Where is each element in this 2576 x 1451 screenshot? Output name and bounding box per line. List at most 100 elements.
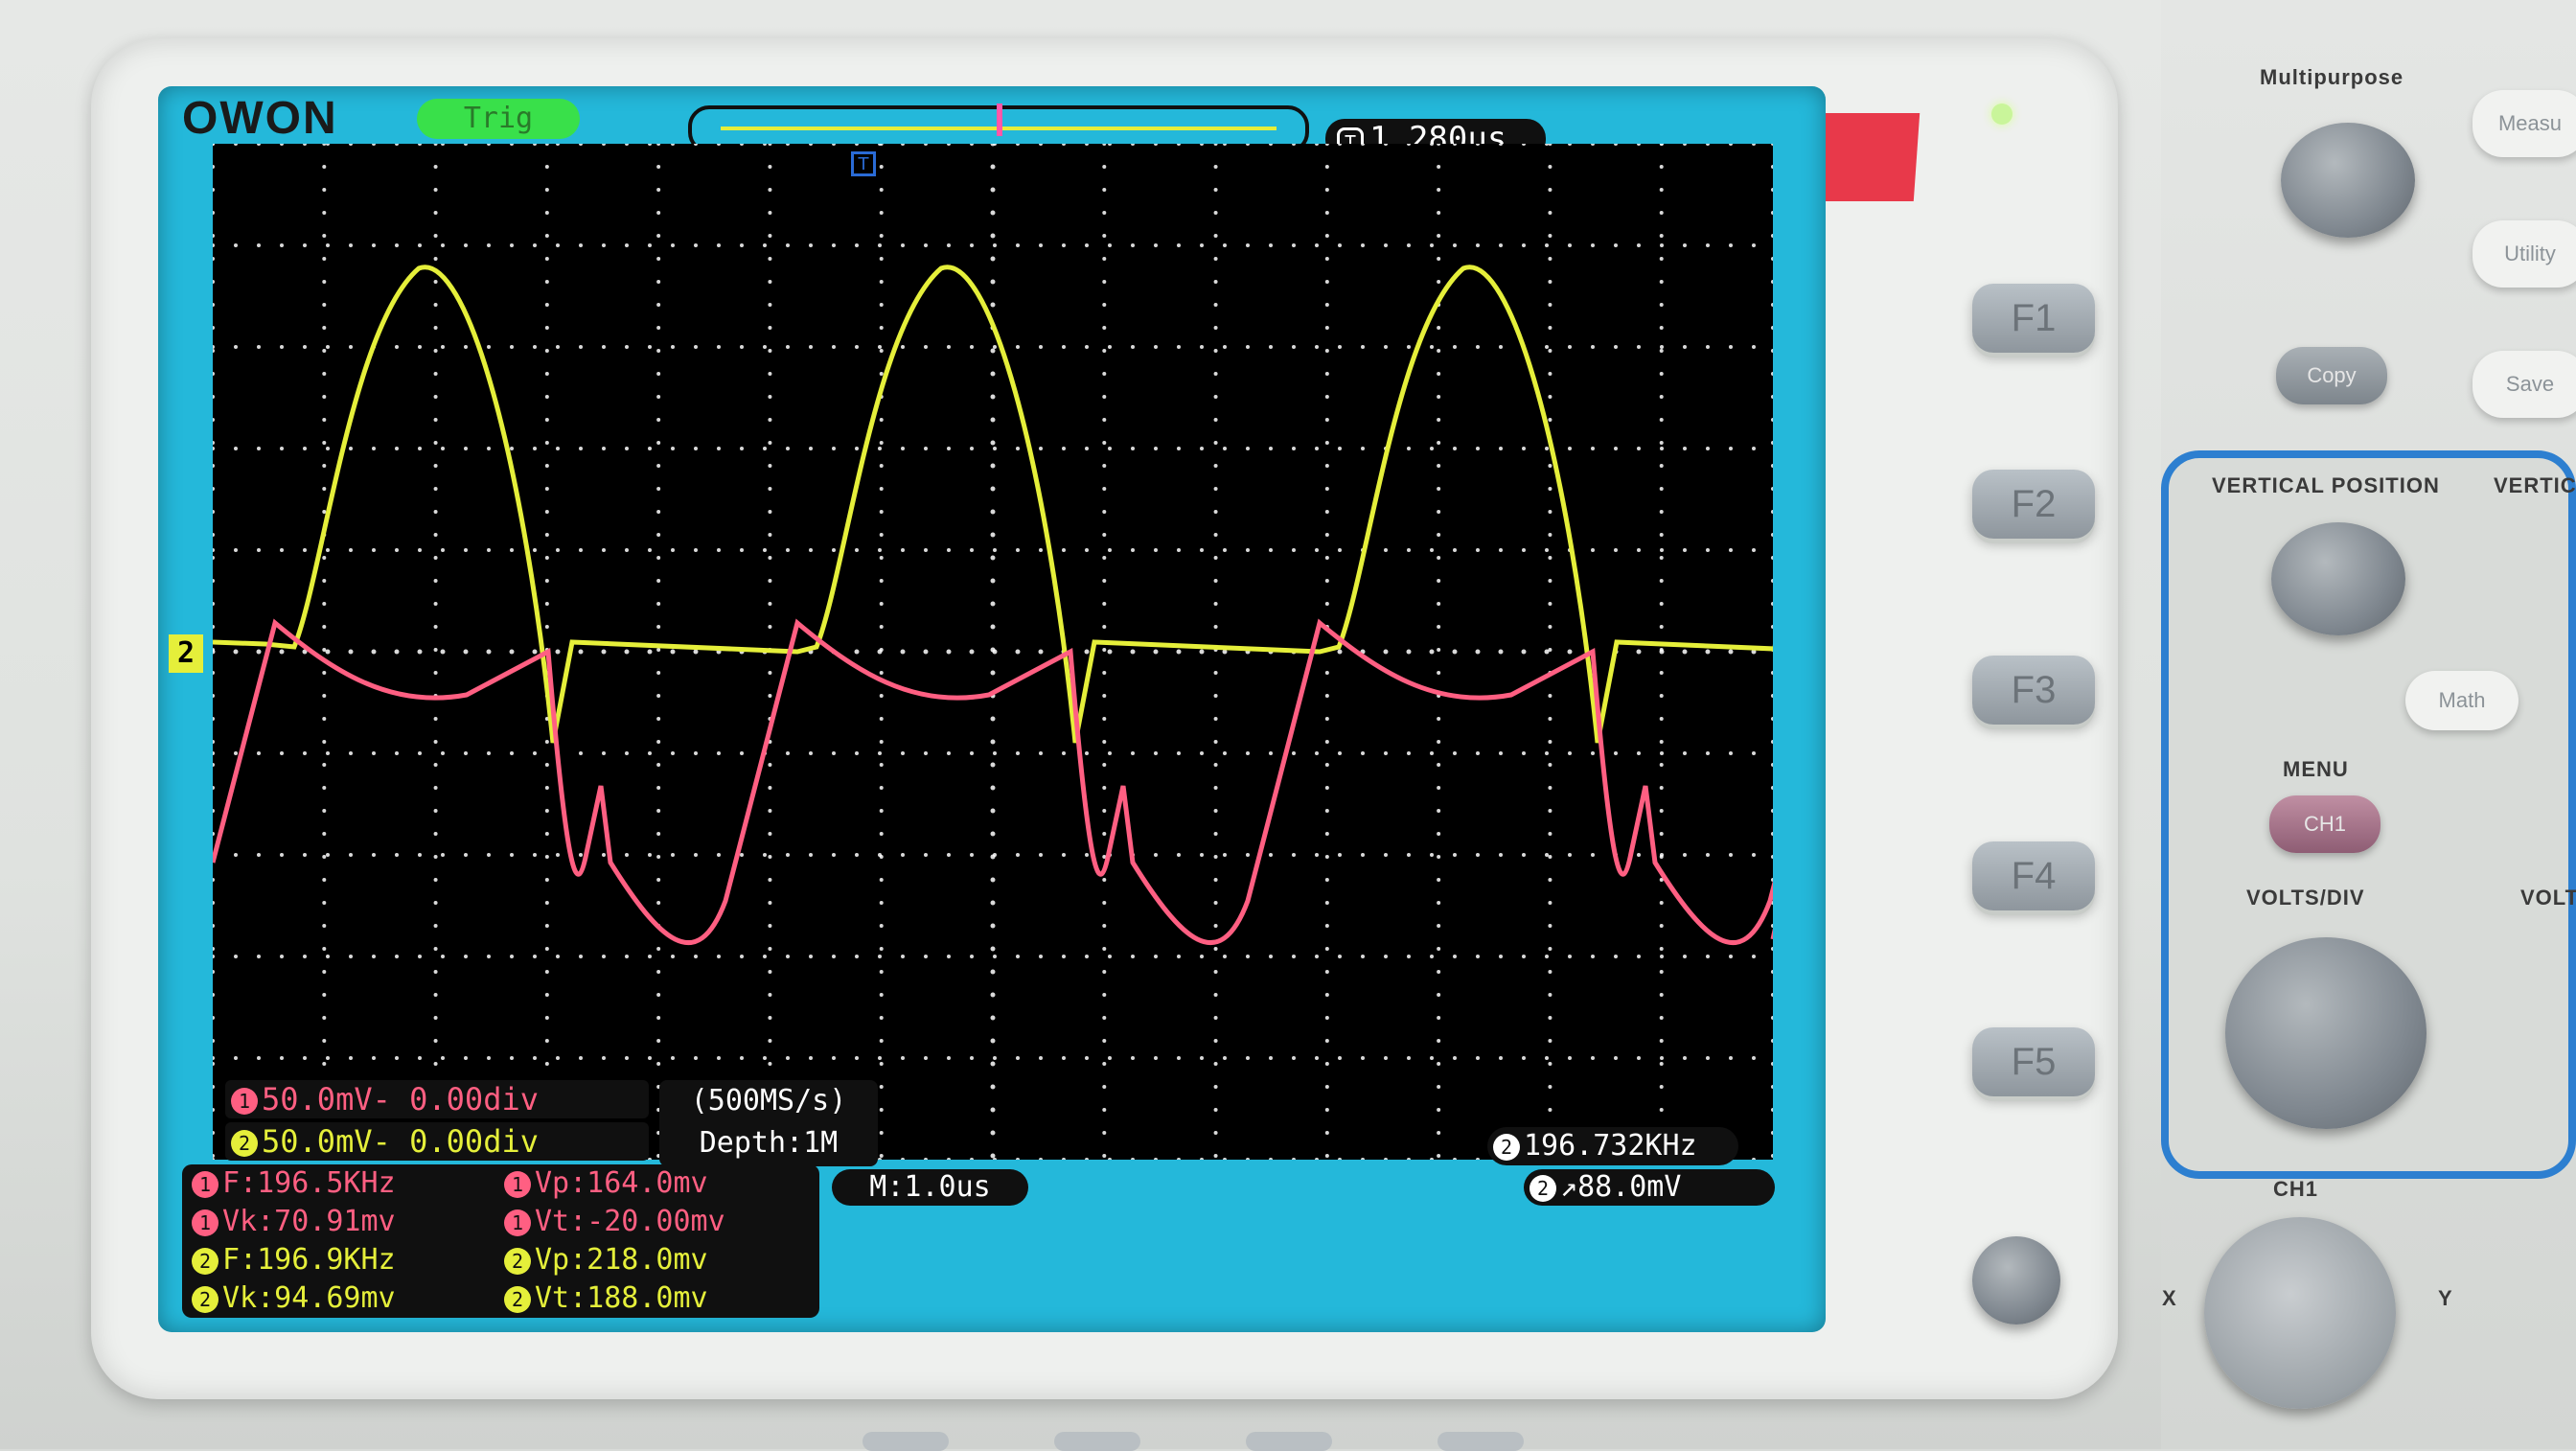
grid-dot: [1085, 751, 1089, 755]
grid-dot: [1437, 372, 1441, 376]
utility-button[interactable]: Utility: [2472, 220, 2576, 288]
vertical-position-knob[interactable]: [2271, 522, 2405, 635]
grid-dot: [1324, 671, 1329, 675]
grid-dot: [1177, 1056, 1181, 1060]
ch2-ground-marker: 2: [169, 634, 203, 673]
grid-dot: [280, 447, 284, 450]
grid-dot: [1102, 671, 1107, 675]
ch1-bnc-connector[interactable]: [2204, 1217, 2396, 1409]
grid-dot: [768, 464, 772, 468]
bottom-button-2[interactable]: [1054, 1432, 1140, 1451]
grid-dot: [970, 548, 974, 552]
grid-dot: [970, 142, 974, 146]
grid-dot: [211, 234, 215, 238]
grid-dot: [211, 993, 215, 997]
grid-dot: [322, 1016, 327, 1020]
grid-dot: [280, 751, 284, 755]
grid-dot: [211, 556, 215, 560]
meas-ch1-vk: 1 Vk:70.91mv: [186, 1203, 396, 1241]
grid-dot: [1213, 1085, 1218, 1089]
grid-dot: [579, 447, 583, 450]
grid-dot: [1085, 853, 1089, 857]
grid-dot: [1292, 243, 1296, 247]
grid-dot: [1384, 751, 1388, 755]
grid-dot: [326, 548, 330, 552]
grid-dot: [322, 947, 327, 951]
menu-label: MENU: [2283, 757, 2349, 781]
multipurpose-knob[interactable]: [2281, 123, 2415, 238]
red-tab: [1817, 113, 1920, 201]
grid-dot: [544, 303, 549, 307]
grid-dot: [768, 533, 772, 537]
grid-dot: [694, 955, 698, 958]
f4-button[interactable]: F4: [1972, 841, 2095, 910]
grid-dot: [1752, 1158, 1756, 1162]
ch1-menu-button[interactable]: CH1: [2269, 795, 2380, 853]
grid-dot: [1660, 955, 1664, 958]
grid-dot: [1154, 1056, 1158, 1060]
grid-dot: [694, 447, 698, 450]
save-button[interactable]: Save: [2472, 351, 2576, 418]
grid-dot: [533, 955, 537, 958]
grid-dot: [1729, 345, 1733, 349]
copy-button[interactable]: Copy: [2276, 347, 2387, 404]
grid-dot: [544, 441, 549, 445]
grid-dot: [1476, 853, 1480, 857]
f2-button[interactable]: F2: [1972, 470, 2095, 539]
f1-button[interactable]: F1: [1972, 284, 2095, 353]
grid-dot: [1568, 345, 1572, 349]
grid-dot: [1437, 786, 1441, 790]
grid-dot: [694, 548, 698, 552]
grid-dot: [990, 1153, 996, 1159]
bottom-button-4[interactable]: [1438, 1432, 1524, 1451]
grid-dot: [990, 394, 996, 400]
grid-dot: [1246, 243, 1250, 247]
grid-dot: [924, 548, 928, 552]
grid-dot: [1771, 993, 1775, 997]
grid-dot: [1548, 510, 1552, 514]
grid-dot: [809, 548, 813, 552]
grid-dot: [1437, 763, 1441, 767]
grid-dot: [1568, 853, 1572, 857]
bottom-button-1[interactable]: [862, 1432, 949, 1451]
menu-off-button[interactable]: [1972, 1236, 2060, 1324]
grid-dot: [625, 853, 629, 857]
grid-dot: [1771, 418, 1775, 422]
grid-dot: [211, 694, 215, 698]
grid-dot: [1683, 1056, 1687, 1060]
grid-dot: [1176, 649, 1182, 655]
grid-dot: [924, 1158, 928, 1162]
meas-ch2-freq: 2 F:196.9KHz: [186, 1241, 396, 1279]
f3-button[interactable]: F3: [1972, 656, 2095, 725]
grid-dot: [1213, 763, 1218, 767]
grid-dot: [544, 142, 549, 146]
math-button[interactable]: Math: [2405, 671, 2518, 730]
grid-dot: [602, 853, 606, 857]
grid-dot: [1108, 447, 1112, 450]
grid-dot: [625, 955, 629, 958]
grid-dot: [1637, 447, 1641, 450]
grid-dot: [625, 548, 629, 552]
grid-dot: [1016, 142, 1020, 146]
grid-dot: [970, 345, 974, 349]
grid-dot: [1771, 740, 1775, 744]
grid-dot: [544, 533, 549, 537]
grid-dot: [656, 1016, 661, 1020]
bottom-button-3[interactable]: [1246, 1432, 1332, 1451]
grid-dot: [656, 901, 661, 905]
grid-dot: [1437, 717, 1441, 721]
measurement-panel: 1 F:196.5KHz 1 Vp:164.0mv 1 Vk:70.91mv 1 Vt:…: [182, 1164, 819, 1318]
grid-dot: [1660, 447, 1664, 450]
f5-button[interactable]: F5: [1972, 1027, 2095, 1096]
measure-button[interactable]: Measu: [2472, 90, 2576, 157]
grid-dot: [768, 1016, 772, 1020]
grid-dot: [1729, 447, 1733, 450]
grid-dot: [1682, 649, 1688, 655]
grid-dot: [1437, 924, 1441, 928]
grid-dot: [1752, 345, 1756, 349]
volts-div-knob[interactable]: [2225, 937, 2426, 1129]
grid-dot: [1338, 751, 1342, 755]
grid-dot: [878, 447, 882, 450]
grid-dot: [1614, 345, 1618, 349]
grid-dot: [768, 579, 772, 583]
